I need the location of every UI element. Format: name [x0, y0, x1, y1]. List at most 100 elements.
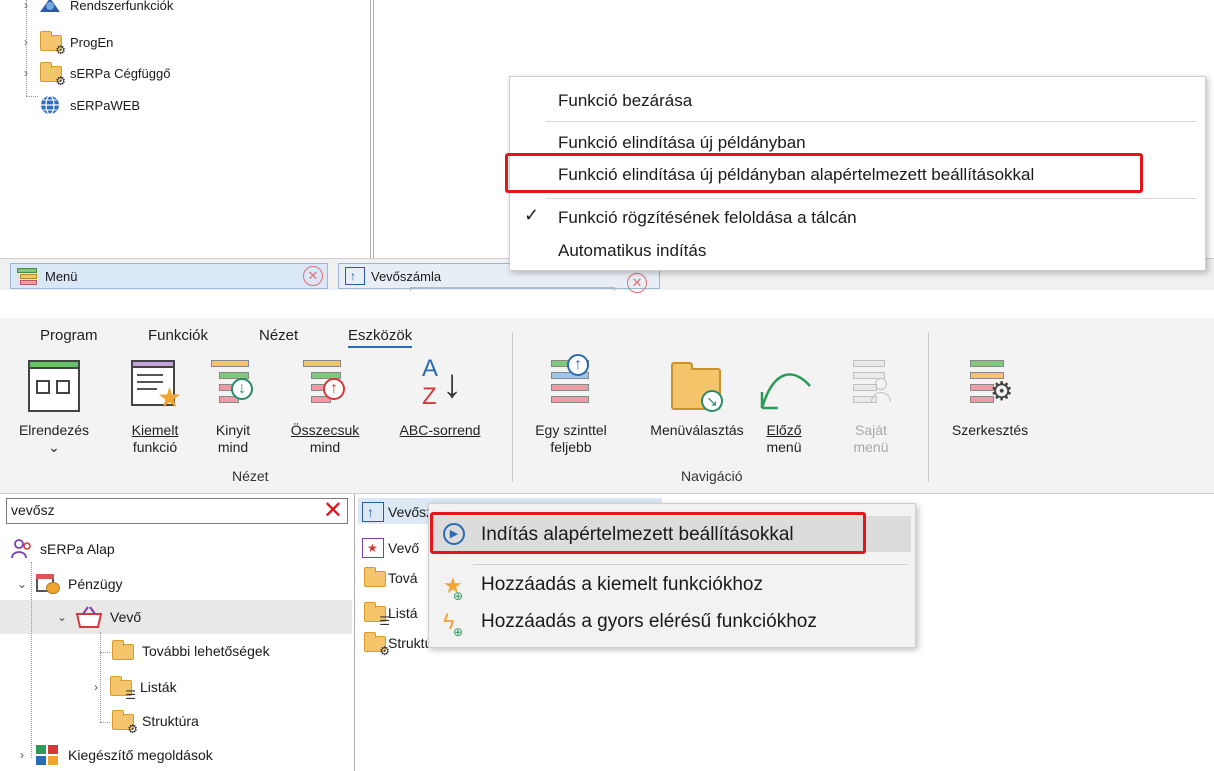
tab-eszkozok[interactable]: Eszközök	[348, 327, 413, 348]
chevron-down-icon: ⌄	[48, 439, 60, 455]
tree-item-vevo[interactable]: ⌄ Vevő	[56, 606, 141, 628]
list-item-tovabbi[interactable]: Tová	[362, 566, 418, 590]
tree-item-serpaweb[interactable]: sERPaWEB	[38, 94, 140, 116]
own-label-2: menü	[853, 439, 889, 455]
finance-icon	[34, 572, 62, 596]
tree-item-tovabbi[interactable]: További lehetőségek	[110, 640, 270, 662]
own-label-1: Saját	[855, 422, 887, 438]
layout-button[interactable]: Elrendezés ⌄	[18, 358, 90, 456]
tree-item-label: ProgEn	[70, 34, 114, 50]
panel-divider	[370, 0, 371, 258]
collapse-label-2: mind	[309, 439, 341, 455]
search-value: vevősz	[11, 502, 55, 518]
ribbon: Program Funkciók Nézet Eszközök Elrendez…	[0, 318, 1214, 494]
tree-connector	[26, 96, 38, 97]
own-menu-button[interactable]: Saját menü	[846, 358, 896, 456]
tree-item-serpa-alap[interactable]: sERPa Alap	[10, 538, 115, 560]
highlight-box	[430, 512, 866, 554]
panel-divider	[373, 0, 374, 258]
previous-label-2: menü	[766, 439, 802, 455]
list-item-label: Vevő	[388, 540, 420, 556]
tree-item-label: Listák	[140, 679, 177, 695]
list-item-label: Tová	[388, 570, 418, 586]
group-separator	[512, 332, 513, 482]
taskbar-item-label: Menü	[45, 268, 78, 284]
group-separator	[928, 332, 929, 482]
layout-label: Elrendezés	[18, 422, 90, 438]
chevron-down-icon[interactable]: ⌄	[16, 577, 28, 591]
folder-arrow-icon: ↘	[667, 358, 727, 416]
expand-label-2: mind	[217, 439, 249, 455]
list-item-listak[interactable]: ☰ Listá	[362, 601, 418, 627]
up-level-icon: ↑	[547, 354, 595, 416]
favorite-label-2: funkció	[132, 439, 178, 455]
menu-icon	[17, 267, 39, 285]
tab-nezet[interactable]: Nézet	[259, 327, 298, 344]
close-icon[interactable]: ✕	[627, 273, 647, 293]
tab-funkciok[interactable]: Funkciók	[148, 327, 208, 344]
favorite-function-button[interactable]: ★ Kiemelt funkció	[124, 358, 186, 456]
folder-gear-icon: ⚙	[362, 632, 390, 657]
chevron-down-icon[interactable]: ⌄	[56, 610, 68, 624]
up-arrow-window-icon: ↑	[362, 502, 384, 522]
abc-label: ABC-sorrend	[399, 422, 481, 438]
expand-all-icon: ↓	[209, 358, 257, 416]
chevron-right-icon[interactable]: ›	[16, 748, 28, 762]
edit-label: Szerkesztés	[951, 422, 1029, 438]
favorite-label-1: Kiemelt	[131, 422, 179, 438]
collapse-label-1: Összecsuk	[290, 422, 360, 438]
expand-all-button[interactable]: ↓ Kinyit mind	[208, 358, 258, 456]
tree-item-label: Kiegészítő megoldások	[68, 747, 213, 763]
tree-item-label: Struktúra	[142, 713, 199, 729]
expand-label-1: Kinyit	[215, 422, 251, 438]
tree-item-serpa-cegfuggo[interactable]: › ⚙ sERPa Cégfüggő	[20, 62, 170, 87]
abc-order-button[interactable]: A Z ↓ ABC-sorrend	[390, 356, 490, 439]
tree-item-progen[interactable]: › ⚙ ProgEn	[20, 31, 114, 56]
favorite-list-star-icon: ★	[127, 358, 183, 416]
globe-icon	[38, 94, 64, 116]
layout-icon	[26, 358, 82, 416]
tree-item-label: sERPaWEB	[70, 97, 141, 113]
menu-separator	[546, 198, 1197, 199]
tree-connector	[100, 722, 110, 723]
tree-item-label: Vevő	[110, 609, 142, 625]
function-wizard-icon: ★	[362, 538, 384, 558]
edit-button[interactable]: ⚙ Szerkesztés	[942, 358, 1038, 439]
menu-item-add-to-quick-access[interactable]: Hozzáadás a gyors elérésű funkciókhoz	[481, 611, 817, 633]
menu-item-add-to-favorites[interactable]: Hozzáadás a kiemelt funkciókhoz	[481, 574, 763, 596]
up-arrow-window-icon: ↑	[345, 267, 365, 285]
list-item-vevo[interactable]: ★ Vevő	[362, 536, 419, 560]
menu-item-auto-start[interactable]: Automatikus indítás	[558, 241, 706, 261]
previous-menu-button[interactable]: Előző menü	[752, 358, 816, 456]
menu-select-button[interactable]: ↘ Menüválasztás	[636, 358, 758, 439]
tree-item-kiegeszito[interactable]: › Kiegészítő megoldások	[16, 744, 213, 766]
tree-item-struktura[interactable]: ⚙ Struktúra	[110, 710, 199, 735]
collapse-all-button[interactable]: ↑ Összecsuk mind	[284, 358, 366, 456]
tab-program[interactable]: Program	[40, 327, 98, 344]
tree-item-label: Rendszerfunkciók	[70, 0, 174, 13]
tree-connector	[31, 562, 32, 758]
folder-icon	[110, 640, 136, 662]
search-input[interactable]: vevősz ✕	[6, 498, 348, 524]
menu-item-unpin-from-taskbar[interactable]: Funkció rögzítésének feloldása a tálcán	[558, 208, 857, 228]
extensions-icon	[34, 743, 62, 767]
group-label-view: Nézet	[232, 468, 269, 484]
menu-item-close-function[interactable]: Funkció bezárása	[558, 91, 692, 111]
up-one-level-button[interactable]: ↑ Egy szinttel feljebb	[526, 354, 616, 456]
system-functions-icon	[38, 0, 64, 16]
tree-item-system-functions[interactable]: › Rendszerfunkciók	[20, 0, 173, 16]
group-label-navigation: Navigáció	[681, 468, 743, 484]
tree-item-listak[interactable]: › ☰ Listák	[90, 676, 177, 701]
folder-icon	[362, 567, 388, 589]
close-icon[interactable]: ✕	[303, 266, 323, 286]
top-navigation-panel: › Rendszerfunkciók › ⚙ ProgEn › ⚙ sERPa …	[0, 0, 370, 258]
taskbar-item-label: Vevőszámla	[371, 268, 442, 284]
list-item-label: Listá	[388, 605, 418, 621]
clear-search-icon[interactable]: ✕	[323, 499, 343, 523]
tree-connector	[26, 0, 27, 96]
taskbar-item-menu[interactable]: Menü ✕	[10, 263, 328, 289]
menu-item-start-new-instance[interactable]: Funkció elindítása új példányban	[558, 133, 806, 153]
folder-gear-icon: ⚙	[110, 710, 138, 735]
tree-connector	[100, 632, 101, 722]
menu-select-label: Menüválasztás	[650, 422, 744, 438]
